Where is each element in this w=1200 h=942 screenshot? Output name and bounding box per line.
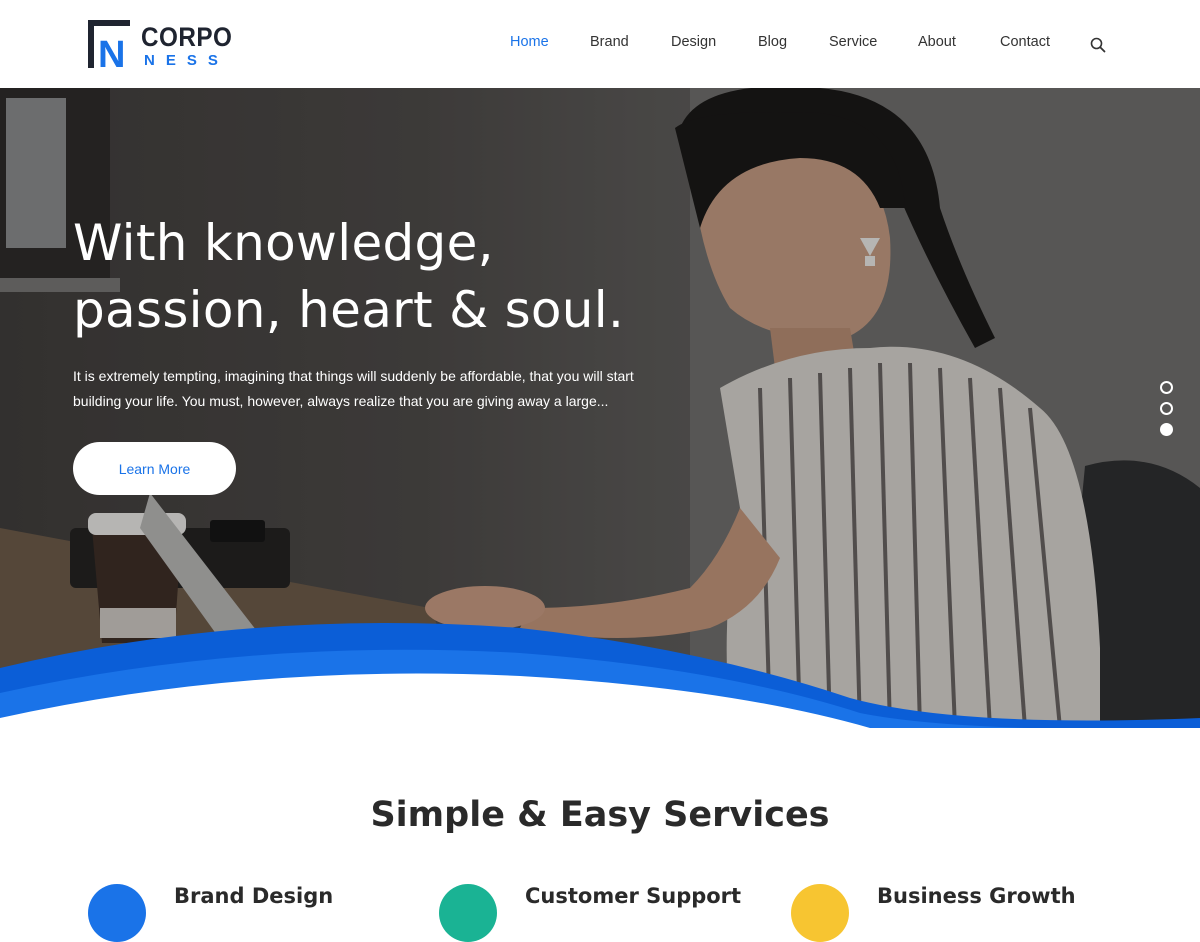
service-title: Business Growth [877, 884, 1076, 908]
hero-title: With knowledge, passion, heart & soul. [73, 210, 693, 344]
slider-dot-2[interactable] [1160, 402, 1173, 415]
nav-blog[interactable]: Blog [758, 34, 787, 50]
hero-description: It is extremely tempting, imagining that… [73, 364, 653, 414]
search-icon[interactable] [1090, 37, 1106, 53]
nav-contact[interactable]: Contact [1000, 34, 1050, 50]
nav-about[interactable]: About [918, 34, 956, 50]
hero-slider: With knowledge, passion, heart & soul. I… [0, 88, 1200, 728]
customer-support-icon [439, 884, 497, 942]
business-growth-icon [791, 884, 849, 942]
logo-text-top: CORPO [141, 22, 233, 52]
nav-home[interactable]: Home [510, 34, 549, 50]
nav-brand[interactable]: Brand [590, 34, 629, 50]
hero-title-line-1: With knowledge, [73, 214, 494, 272]
site-header: N CORPO NESS Home Brand Design Blog Serv… [0, 0, 1200, 88]
logo-letter: N [98, 34, 125, 70]
brand-design-icon [88, 884, 146, 942]
slider-pagination [1160, 381, 1174, 441]
slider-dot-1[interactable] [1160, 381, 1173, 394]
hero-description-line-2: building your life. You must, however, a… [73, 393, 609, 409]
logo-mark-icon: N [88, 20, 130, 70]
service-title: Customer Support [525, 884, 742, 908]
nav-service[interactable]: Service [829, 34, 877, 50]
slider-dot-3[interactable] [1160, 423, 1173, 436]
services-heading: Simple & Easy Services [370, 795, 830, 835]
service-title: Brand Design [174, 884, 334, 908]
hero-title-line-2: passion, heart & soul. [73, 281, 625, 339]
nav-design[interactable]: Design [671, 34, 716, 50]
hero-description-line-1: It is extremely tempting, imagining that… [73, 368, 634, 384]
logo-text-bottom: NESS [144, 52, 229, 69]
logo[interactable]: N CORPO NESS [86, 18, 246, 70]
hero-wave-divider [0, 623, 1200, 728]
learn-more-button[interactable]: Learn More [73, 442, 236, 495]
